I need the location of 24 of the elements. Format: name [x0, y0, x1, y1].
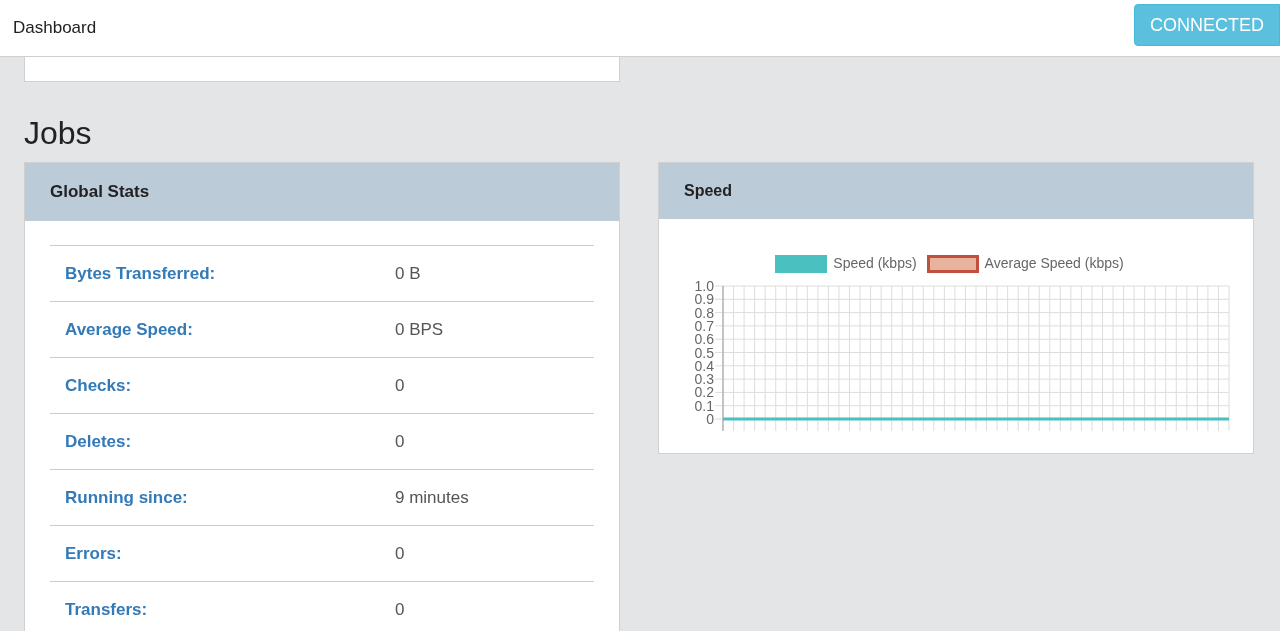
panel-title: Speed — [684, 181, 732, 201]
legend-label: Speed (kbps) — [833, 254, 917, 273]
connected-button[interactable]: CONNECTED — [1134, 4, 1280, 46]
stat-value: 0 — [395, 542, 405, 565]
stat-value: 0 — [395, 430, 405, 453]
y-tick-label: 1.0 — [694, 278, 715, 294]
stat-label: Checks: — [64, 374, 133, 397]
stat-label: Transfers: — [64, 598, 149, 621]
stat-value: 0 B — [395, 262, 421, 285]
stat-label: Bytes Transferred: — [64, 262, 217, 285]
panel-title: Global Stats — [50, 181, 150, 204]
stat-label: Errors: — [64, 542, 123, 565]
stat-value: 9 minutes — [395, 486, 469, 509]
y-axis: 0 0.1 0.2 0.3 0.4 0.5 0.6 0.7 0.8 0.9 1.0 — [694, 278, 724, 432]
legend-label: Average Speed (kbps) — [984, 254, 1124, 273]
section-heading: Jobs — [24, 114, 93, 152]
stat-label: Running since: — [64, 486, 189, 509]
stat-value: 0 — [395, 598, 405, 621]
stat-value: 0 BPS — [395, 318, 444, 341]
y-tick-label: 0 — [706, 411, 715, 427]
page-title: Dashboard — [13, 17, 97, 40]
stat-value: 0 — [395, 374, 405, 397]
stat-label: Average Speed: — [64, 318, 194, 341]
stat-label: Deletes: — [64, 430, 133, 453]
